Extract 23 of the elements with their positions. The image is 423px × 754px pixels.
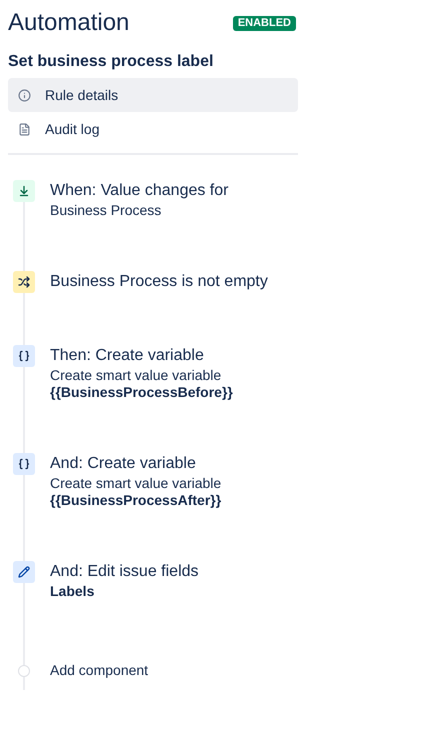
step-detail: Create smart value variable: [50, 475, 222, 492]
step-detail: {{BusinessProcessBefore}}: [50, 384, 233, 401]
info-icon: [18, 88, 31, 102]
status-badge: ENABLED: [232, 16, 296, 30]
page-title: Automation: [8, 8, 130, 38]
step-detail: Create smart value variable: [50, 367, 222, 384]
step-title[interactable]: Business Process is not empty: [50, 271, 268, 293]
step-detail: Labels: [50, 583, 96, 600]
step-detail: {{BusinessProcessAfter}}: [50, 492, 222, 509]
braces-icon: [18, 458, 30, 470]
step-title[interactable]: Then: Create variable: [50, 345, 233, 367]
step-detail: Business Process: [50, 202, 162, 219]
step-title[interactable]: When: Value changes for: [50, 180, 228, 202]
pencil-icon: [18, 566, 30, 578]
rule-name: Set business process label: [8, 52, 214, 72]
arrow-to-line-icon: [18, 185, 30, 197]
document-icon: [18, 122, 31, 136]
step-title[interactable]: And: Create variable: [50, 453, 222, 475]
braces-icon: [18, 350, 30, 362]
add-component-link[interactable]: Add component: [50, 660, 148, 681]
nav-item[interactable]: Rule details: [8, 78, 298, 112]
shuffle-icon: [18, 276, 30, 288]
step-title[interactable]: And: Edit issue fields: [50, 561, 199, 583]
